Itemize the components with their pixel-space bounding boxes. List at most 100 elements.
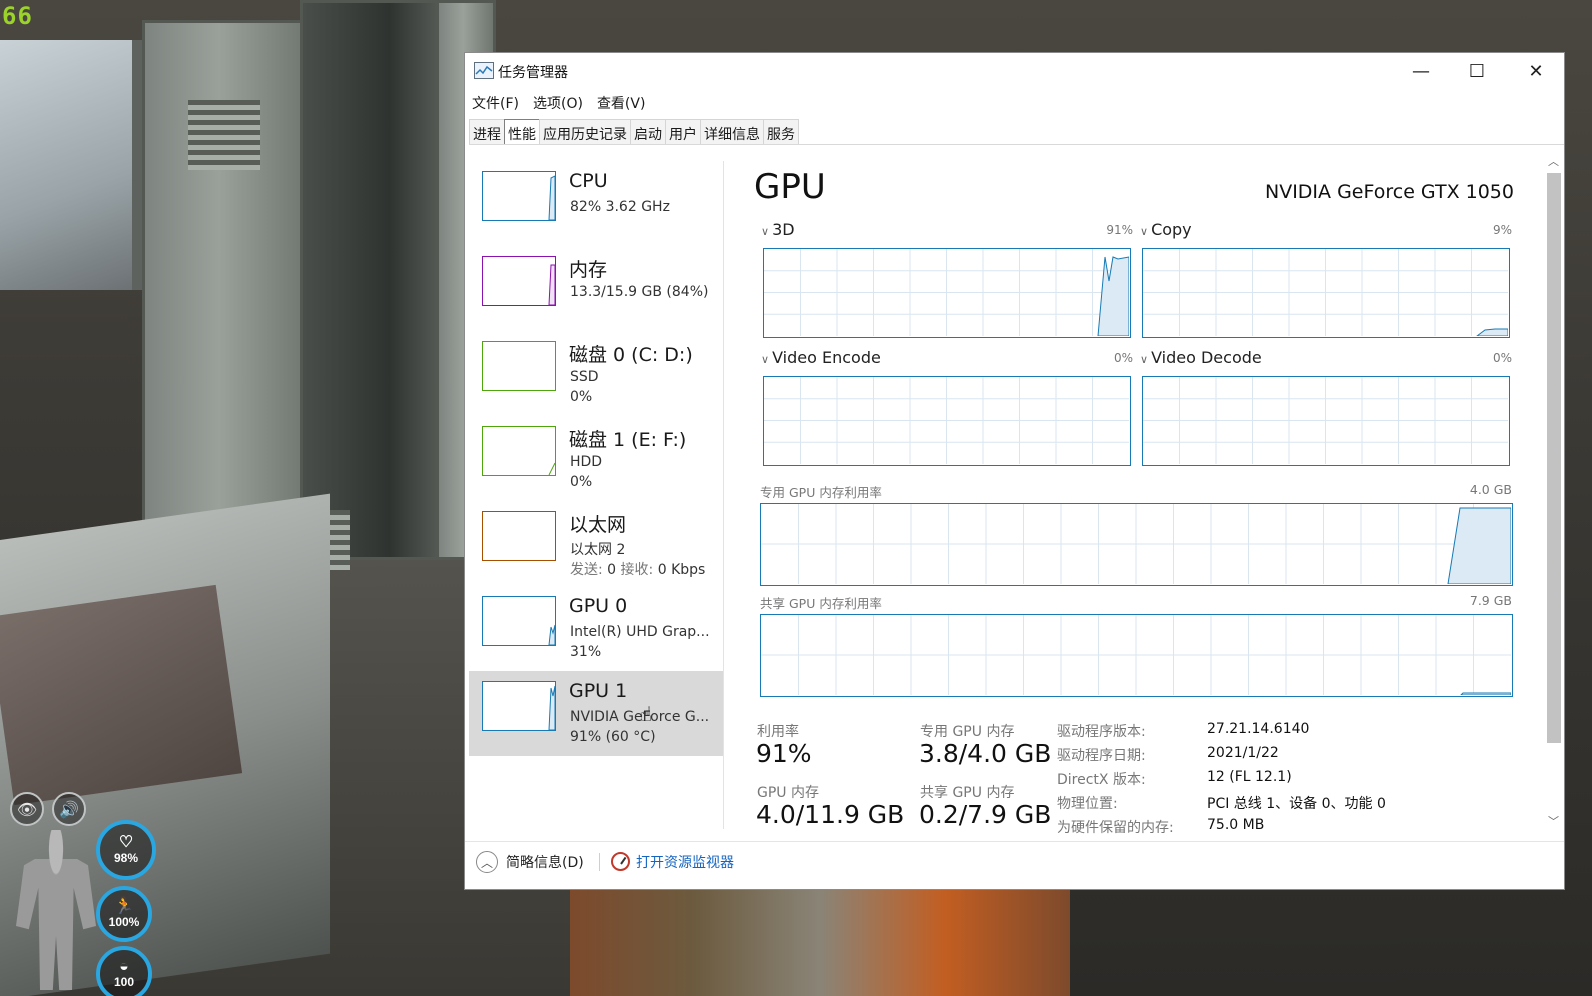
driver-version-label: 驱动程序版本: <box>1057 724 1146 740</box>
shared-memory-stat-value: 0.2/7.9 GB <box>919 800 1052 829</box>
scroll-down-icon[interactable]: ﹀ <box>1548 813 1559 829</box>
sidebar-item-gpu-1[interactable]: GPU 1 NVIDIA GeForce G... 91% (60 °C) <box>469 671 723 756</box>
sidebar-item-title: 磁盘 1 (E: F:) <box>569 429 687 451</box>
sidebar-item-title: GPU 1 <box>569 680 628 702</box>
sidebar-item-title: 磁盘 0 (C: D:) <box>569 344 693 366</box>
sidebar-item-detail: 以太网 2 <box>570 542 626 558</box>
sidebar-item-usage: 31% <box>570 644 602 660</box>
background-character <box>570 890 1070 996</box>
driver-date-label: 驱动程序日期: <box>1057 748 1146 764</box>
utilization-label: 利用率 <box>757 724 799 740</box>
engine-selector-video-encode[interactable]: ∨ Video Encode <box>761 348 881 367</box>
locker-vents <box>188 100 260 170</box>
tab-startup[interactable]: 启动 <box>630 119 666 144</box>
sidebar-item-ethernet[interactable]: 以太网 以太网 2 发送: 0 接收: 0 Kbps <box>469 501 723 586</box>
dedicated-memory-stat-label: 专用 GPU 内存 <box>920 724 1015 740</box>
gpu-device-name: NVIDIA GeForce GTX 1050 <box>1264 181 1514 203</box>
sidebar-item-detail: HDD <box>570 454 603 470</box>
background-box <box>0 584 243 806</box>
hand-cursor-icon: ☝ <box>640 702 653 726</box>
fewer-details-link[interactable]: 简略信息(D) <box>506 852 584 872</box>
detail-title: GPU <box>754 167 826 207</box>
tab-performance[interactable]: 性能 <box>504 119 540 144</box>
engine-selector-video-decode[interactable]: ∨ Video Decode <box>1140 348 1262 367</box>
footer-divider <box>465 841 1564 842</box>
task-manager-window: 任务管理器 — ☐ ✕ 文件(F) 选项(O) 查看(V) 进程 性能 应用历史… <box>464 52 1565 890</box>
gpu-memory-value: 4.0/11.9 GB <box>756 800 905 829</box>
health-value: 98% <box>113 851 139 865</box>
engine-percent: 0% <box>1113 351 1133 365</box>
receive-value: 0 Kbps <box>657 562 706 578</box>
shared-memory-graph <box>760 614 1513 697</box>
speaker-icon[interactable]: 🔊 <box>52 792 86 826</box>
memory-thumbnail <box>482 256 556 306</box>
background-window <box>0 40 150 290</box>
sidebar-item-title: GPU 0 <box>569 595 628 617</box>
minimize-button[interactable]: — <box>1393 53 1449 89</box>
chevron-up-icon[interactable]: ︿ <box>476 851 498 873</box>
dedicated-memory-graph <box>760 503 1513 586</box>
engine-percent: 9% <box>1492 223 1512 237</box>
tab-app-history[interactable]: 应用历史记录 <box>539 119 631 144</box>
engine-name: Copy <box>1151 220 1192 239</box>
ethernet-throughput: 发送: 0 接收: 0 Kbps <box>570 559 705 579</box>
stamina-value: 100% <box>108 915 140 929</box>
food-icon: ◒ <box>119 958 129 975</box>
shared-memory-stat-label: 共享 GPU 内存 <box>920 785 1015 801</box>
background-locker <box>300 0 450 560</box>
send-label: 发送: <box>570 562 603 578</box>
engine-name: Video Decode <box>1151 348 1262 367</box>
engine-selector-3d[interactable]: ∨ 3D <box>761 220 795 239</box>
engine-name: 3D <box>772 220 795 239</box>
sidebar-item-disk-0[interactable]: 磁盘 0 (C: D:) SSD 0% <box>469 331 723 416</box>
menu-bar: 文件(F) 选项(O) 查看(V) <box>465 91 652 115</box>
tab-services[interactable]: 服务 <box>763 119 799 144</box>
send-value: 0 <box>607 562 617 578</box>
chevron-down-icon: ∨ <box>1140 225 1149 238</box>
engine-graph-3d <box>763 248 1131 338</box>
dedicated-memory-max: 4.0 GB <box>1469 482 1512 497</box>
tab-details[interactable]: 详细信息 <box>700 119 764 144</box>
sidebar-item-memory[interactable]: 内存 13.3/15.9 GB (84%) <box>469 246 723 331</box>
vertical-scrollbar[interactable]: ︿ ﹀ <box>1545 153 1563 833</box>
sidebar-item-gpu-0[interactable]: GPU 0 Intel(R) UHD Grap... 31% <box>469 586 723 671</box>
driver-date-value: 2021/1/22 <box>1207 745 1279 761</box>
stamina-gauge: 🏃 100% <box>96 886 152 942</box>
reserved-memory-value: 75.0 MB <box>1207 817 1265 833</box>
tab-users[interactable]: 用户 <box>665 119 701 144</box>
food-value: 100 <box>113 975 135 989</box>
menu-options[interactable]: 选项(O) <box>526 91 590 115</box>
ethernet-thumbnail <box>482 511 556 561</box>
engine-selector-copy[interactable]: ∨ Copy <box>1140 220 1192 239</box>
resource-list: CPU 82% 3.62 GHz 内存 13.3/15.9 GB (84%) 磁… <box>469 161 724 829</box>
close-button[interactable]: ✕ <box>1508 53 1564 89</box>
resource-monitor-icon[interactable] <box>611 852 630 871</box>
scroll-up-icon[interactable]: ︿ <box>1548 153 1559 169</box>
chevron-down-icon: ∨ <box>761 225 770 238</box>
sidebar-item-title: 内存 <box>569 259 608 281</box>
dedicated-memory-stat-value: 3.8/4.0 GB <box>919 739 1052 768</box>
scrollbar-thumb[interactable] <box>1547 173 1561 743</box>
open-resource-monitor-link[interactable]: 打开资源监视器 <box>636 852 734 872</box>
engine-graph-copy <box>1142 248 1510 338</box>
receive-label: 接收: <box>620 562 654 578</box>
sidebar-item-title: CPU <box>569 170 608 192</box>
tab-bar: 进程 性能 应用历史记录 启动 用户 详细信息 服务 <box>469 119 1564 145</box>
physical-location-label: 物理位置: <box>1057 796 1118 812</box>
heart-icon: ♡ <box>118 834 134 851</box>
eye-icon[interactable]: 👁 <box>10 792 44 826</box>
sidebar-item-detail: Intel(R) UHD Grap... <box>570 624 710 640</box>
disk-0-thumbnail <box>482 341 556 391</box>
menu-file[interactable]: 文件(F) <box>465 91 526 115</box>
fps-counter: 66 <box>2 2 33 30</box>
tab-processes[interactable]: 进程 <box>469 119 505 144</box>
title-bar[interactable]: 任务管理器 — ☐ ✕ <box>465 53 1564 89</box>
task-manager-icon <box>474 62 494 79</box>
menu-view[interactable]: 查看(V) <box>590 91 653 115</box>
engine-graph-video-encode <box>763 376 1131 466</box>
disk-1-thumbnail <box>482 426 556 476</box>
sidebar-item-cpu[interactable]: CPU 82% 3.62 GHz <box>469 161 723 246</box>
sidebar-item-disk-1[interactable]: 磁盘 1 (E: F:) HDD 0% <box>469 416 723 501</box>
footer-separator <box>599 853 600 871</box>
maximize-button[interactable]: ☐ <box>1449 53 1505 89</box>
